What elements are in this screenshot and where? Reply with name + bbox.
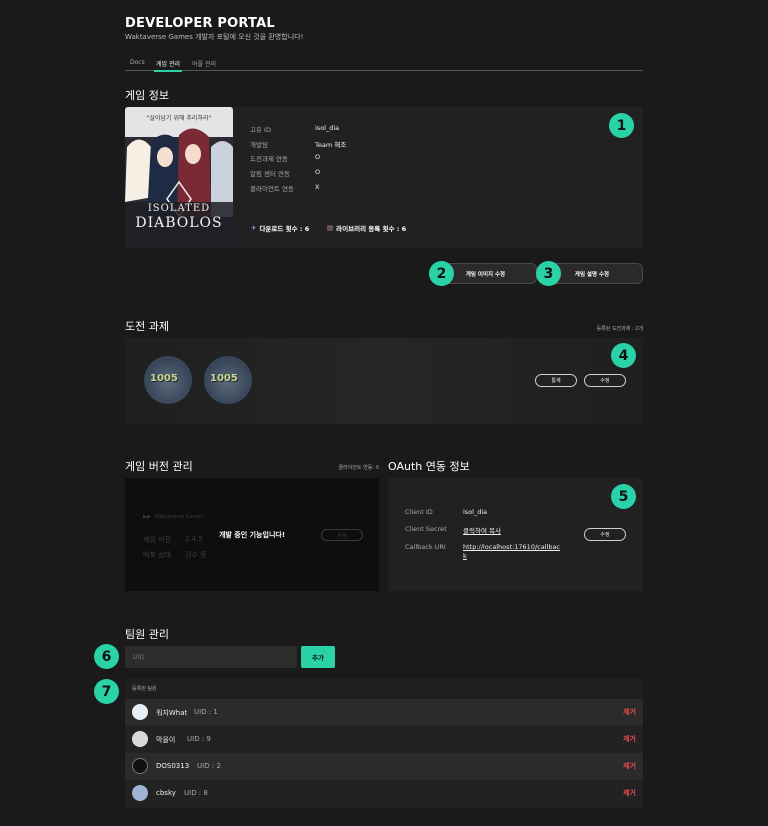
under-development-message: 개발 중인 기능입니다! (218, 531, 286, 539)
info-label-id: 고유 ID (250, 126, 271, 134)
callback-uri-label: Callback URI (405, 543, 446, 551)
page-subtitle: Waktaverse Games 개발자 포털에 오신 것을 환영합니다! (125, 33, 304, 41)
member-uid: UID : 2 (197, 762, 221, 770)
badge-4: 4 (611, 343, 636, 368)
member-row: cbsky UID : 8 제거 (125, 780, 643, 807)
info-value-client: X (315, 183, 320, 191)
game-cover-image: "살아남기 위해 추리하라" ISOLATED DIABOLOS (125, 107, 233, 248)
client-secret-label: Client Secret (405, 525, 447, 533)
download-count: 다운로드 횟수 : 6 (259, 225, 310, 233)
remove-member-button[interactable]: 제거 (623, 788, 636, 798)
member-name: DOS0313 (156, 762, 190, 770)
achievement-edit-button[interactable]: 수정 (584, 374, 626, 387)
avatar (132, 731, 148, 747)
member-name: 워지What (156, 709, 188, 717)
tab-app-management[interactable]: 어플 관리 (192, 59, 216, 68)
info-value-id: isol_dia (315, 124, 340, 132)
cover-logo-line2: DIABOLOS (135, 215, 223, 231)
versions-brand: ▶▶ Waktaverse Games (143, 514, 204, 520)
tab-game-management[interactable]: 게임 관리 (154, 59, 182, 72)
achievement-coin-2-label: 1005 (210, 373, 238, 384)
member-uid: UID : 8 (184, 789, 208, 797)
client-secret-copy[interactable]: 클릭하여 복사 (463, 525, 501, 535)
registered-members-title: 등록된 팀원 (132, 686, 157, 692)
achievements-count: 등록된 도전과제 : 2개 (596, 326, 643, 332)
remove-member-button[interactable]: 제거 (623, 761, 636, 771)
badge-5: 5 (611, 484, 636, 509)
info-value-achievements: O (315, 153, 321, 161)
member-uid: UID : 9 (187, 735, 211, 743)
tab-docs[interactable]: Docs (130, 59, 145, 66)
versions-panel: ▶▶ Waktaverse Games 게임 버전 2.4.5 배포 상태 검수… (125, 478, 379, 591)
oauth-title: OAuth 연동 정보 (388, 460, 470, 473)
badge-2: 2 (429, 261, 454, 286)
game-info-title: 게임 정보 (125, 89, 169, 102)
badge-7: 7 (94, 679, 119, 704)
deploy-status-label: 배포 상태 (143, 551, 171, 559)
download-icon: ✈ (251, 224, 257, 232)
remove-member-button[interactable]: 제거 (623, 734, 636, 744)
cover-logo-line1: ISOLATED (147, 203, 211, 214)
member-name: cbsky (156, 789, 176, 797)
info-label-team: 개발팀 (250, 141, 268, 149)
deploy-status-value: 검수 중 (185, 551, 207, 559)
team-title: 팀원 관리 (125, 628, 169, 641)
callback-uri-line2[interactable]: k (463, 552, 467, 560)
cover-tagline: "살아남기 위해 추리하라" (146, 115, 212, 122)
client-id-label: Client ID (405, 508, 433, 516)
oauth-edit-button[interactable]: 수정 (584, 528, 626, 541)
info-label-client: 클라이언트 연동 (250, 185, 294, 193)
member-row: DOS0313 UID : 2 제거 (125, 753, 643, 780)
achievement-coin-2[interactable]: 1005 (204, 356, 252, 404)
badge-6: 6 (94, 644, 119, 669)
info-label-notification: 알림 센터 연동 (250, 170, 291, 178)
remove-member-button[interactable]: 제거 (623, 707, 636, 717)
avatar (132, 785, 148, 801)
achievement-coin-1[interactable]: 1005 (144, 356, 192, 404)
client-id-value: isol_dia (463, 508, 488, 516)
info-value-team: Team 해조 (315, 141, 347, 149)
badge-1: 1 (609, 113, 634, 138)
achievement-coin-1-label: 1005 (150, 373, 178, 384)
info-label-achievements: 도전과제 연동 (250, 155, 288, 163)
uid-input[interactable] (125, 646, 297, 668)
avatar (132, 704, 148, 720)
avatar (132, 758, 148, 774)
add-member-button[interactable]: 추가 (301, 646, 335, 668)
brand-logo-icon: ▶▶ (143, 514, 151, 520)
library-icon: ▤ (327, 224, 334, 232)
achievements-title: 도전 과제 (125, 320, 169, 333)
member-name: 막을이 (156, 736, 176, 744)
versions-title: 게임 버전 관리 (125, 460, 193, 473)
page-title: DEVELOPER PORTAL (125, 16, 275, 31)
member-uid: UID : 1 (194, 708, 218, 716)
download-stat: ✈ 다운로드 횟수 : 6 (251, 223, 309, 233)
callback-uri-line1[interactable]: http://localhost:17610/callbac (463, 543, 560, 551)
library-stat: ▤ 라이브러리 등록 횟수 : 6 (327, 223, 406, 233)
member-row: 워지What UID : 1 제거 (125, 699, 643, 726)
badge-3: 3 (536, 261, 561, 286)
member-row: 막을이 UID : 9 제거 (125, 726, 643, 753)
achievement-stats-button[interactable]: 통계 (535, 374, 577, 387)
tab-bar: Docs 게임 관리 어플 관리 (125, 57, 643, 72)
library-count: 라이브러리 등록 횟수 : 6 (336, 225, 407, 233)
info-value-notification: O (315, 168, 321, 176)
client-link-status: 클라이언트 연동: X (338, 465, 380, 471)
